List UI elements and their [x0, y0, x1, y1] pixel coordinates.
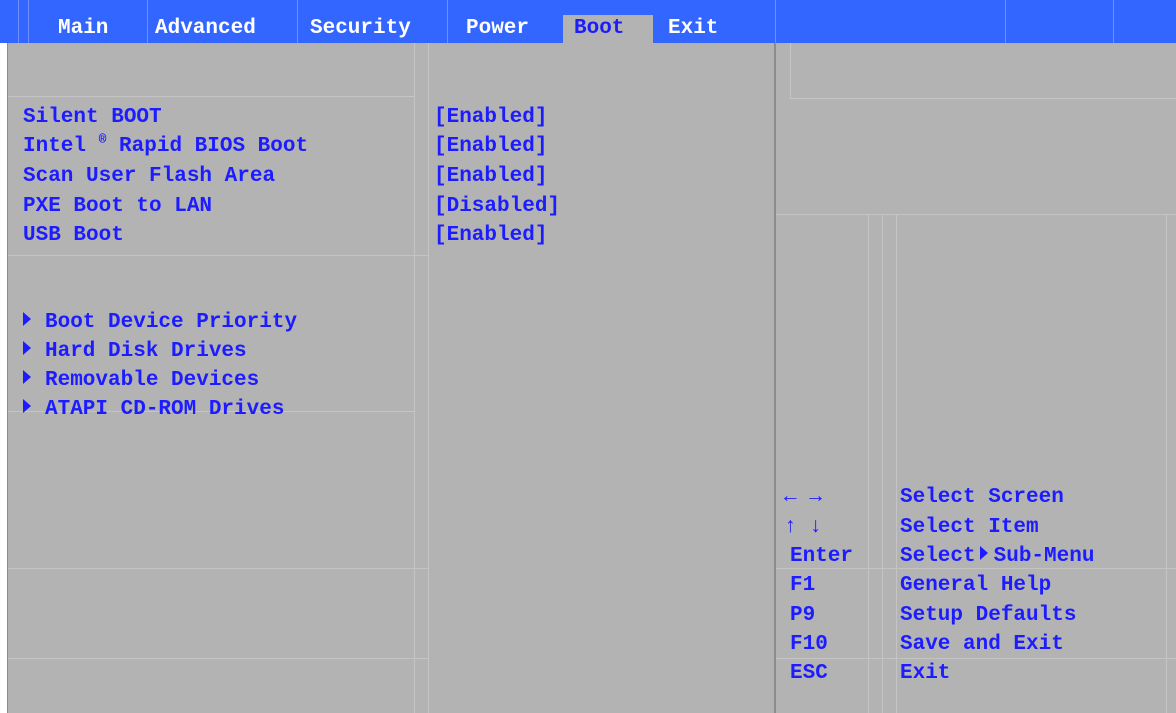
grid-line: [896, 214, 897, 713]
help-desc-setup-defaults: Setup Defaults: [900, 604, 1077, 627]
setting-label-suffix: Rapid BIOS Boot: [119, 135, 309, 158]
setting-rapid-bios-boot-label[interactable]: Intel ® Rapid BIOS Boot: [23, 133, 308, 161]
tab-divider: [447, 0, 448, 43]
grid-line: [776, 214, 1176, 215]
grid-line: [882, 214, 883, 713]
tab-bar: Main Advanced Security Power Boot Exit: [0, 0, 1176, 43]
setting-usb-boot-label[interactable]: USB Boot: [23, 222, 124, 250]
help-key-f1: F1: [790, 574, 816, 597]
setting-rapid-bios-boot-value[interactable]: [Enabled]: [434, 133, 547, 161]
setting-silent-boot-value[interactable]: [Enabled]: [434, 104, 547, 132]
grid-line: [8, 255, 414, 256]
grid-line: [868, 214, 869, 713]
submenu-removable-devices[interactable]: Removable Devices: [23, 367, 259, 395]
help-desc-exit: Exit: [900, 662, 951, 685]
triangle-right-icon: [979, 546, 988, 561]
grid-line: [8, 96, 414, 97]
setting-pxe-boot-value[interactable]: [Disabled]: [434, 193, 560, 221]
setting-silent-boot-label[interactable]: Silent BOOT: [23, 104, 162, 132]
grid-line: [414, 568, 428, 569]
tab-exit[interactable]: Exit: [668, 15, 718, 43]
help-key-f10: F10: [790, 633, 828, 656]
submenu-boot-device-priority[interactable]: Boot Device Priority: [23, 309, 297, 337]
grid-line: [414, 658, 428, 659]
setting-scan-user-flash-value[interactable]: [Enabled]: [434, 163, 547, 191]
help-desc-select-item: Select Item: [900, 516, 1039, 539]
submenu-label: Boot Device Priority: [45, 311, 298, 334]
tab-security[interactable]: Security: [310, 15, 411, 43]
triangle-right-icon: [23, 341, 31, 356]
grid-line: [428, 43, 429, 713]
help-desc-save-exit: Save and Exit: [900, 633, 1064, 656]
tab-divider: [147, 0, 148, 43]
grid-line: [790, 43, 791, 98]
registered-mark: ®: [98, 132, 107, 147]
help-key-arrows-lr: ← →: [784, 486, 822, 509]
help-desc-suffix: Sub-Menu: [993, 545, 1095, 568]
help-key-p9: P9: [790, 604, 816, 627]
triangle-right-icon: [23, 370, 31, 385]
triangle-right-icon: [23, 399, 31, 414]
help-desc-prefix: Select: [900, 545, 976, 568]
submenu-hard-disk-drives[interactable]: Hard Disk Drives: [23, 338, 247, 366]
setting-pxe-boot-label[interactable]: PXE Boot to LAN: [23, 193, 212, 221]
tab-divider: [18, 0, 19, 43]
grid-line: [414, 255, 428, 256]
submenu-label: Hard Disk Drives: [45, 340, 247, 363]
grid-line: [790, 98, 1176, 99]
help-key-enter: Enter: [790, 545, 854, 568]
grid-line: [8, 568, 414, 569]
grid-line: [414, 43, 415, 713]
grid-line: [1166, 214, 1167, 713]
tab-main[interactable]: Main: [58, 15, 108, 43]
submenu-atapi-cdrom-drives[interactable]: ATAPI CD-ROM Drives: [23, 396, 284, 424]
triangle-right-icon: [23, 312, 31, 327]
submenu-label: ATAPI CD-ROM Drives: [45, 398, 285, 421]
tab-power[interactable]: Power: [466, 15, 529, 43]
grid-line: [8, 658, 414, 659]
setting-usb-boot-value[interactable]: [Enabled]: [434, 222, 547, 250]
tab-boot[interactable]: Boot: [563, 15, 653, 43]
help-desc-select-screen: Select Screen: [900, 486, 1064, 509]
setup-panel: Silent BOOT [Enabled] Intel ® Rapid BIOS…: [7, 43, 1176, 713]
help-desc-select-submenu: Select Sub-Menu: [900, 543, 1094, 571]
setting-scan-user-flash-label[interactable]: Scan User Flash Area: [23, 163, 275, 191]
tab-advanced[interactable]: Advanced: [155, 15, 256, 43]
pane-divider: [774, 43, 776, 713]
tab-divider: [1005, 0, 1006, 43]
tab-divider: [1113, 0, 1114, 43]
help-desc-general-help: General Help: [900, 574, 1052, 597]
help-key-arrows-ud: ↑ ↓: [784, 516, 822, 539]
setting-label-prefix: Intel: [23, 135, 87, 158]
help-key-esc: ESC: [790, 662, 828, 685]
tab-divider: [775, 0, 776, 43]
submenu-label: Removable Devices: [45, 369, 260, 392]
tab-divider: [28, 0, 29, 43]
tab-divider: [297, 0, 298, 43]
